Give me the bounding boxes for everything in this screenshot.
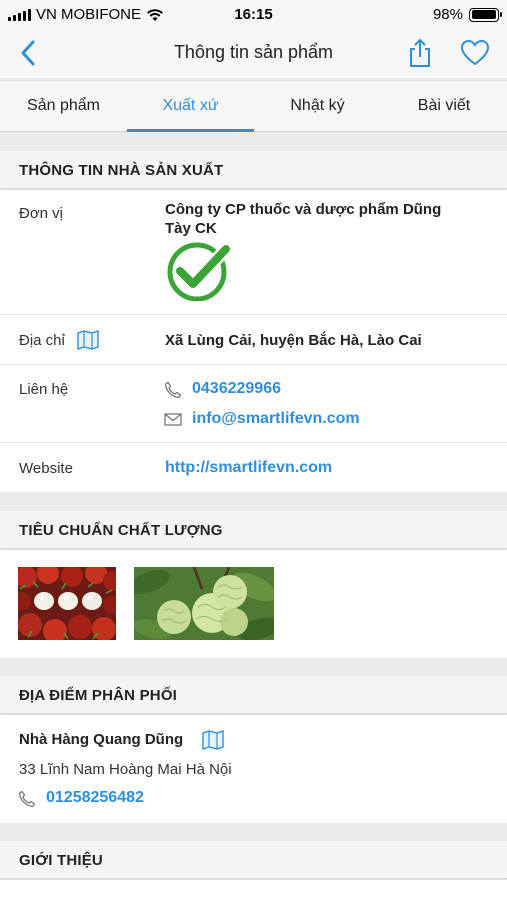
- contact-label: Liên hệ: [19, 381, 69, 398]
- status-bar: VN MOBIFONE 16:15 98%: [0, 0, 507, 28]
- map-icon[interactable]: [202, 730, 224, 750]
- battery-percent: 98%: [432, 6, 463, 23]
- distributor-name: Nhà Hàng Quang Dũng: [19, 731, 184, 748]
- address-label: Địa chỉ: [19, 332, 65, 349]
- quality-section: [0, 550, 507, 658]
- quality-section-header: TIÊU CHUẨN CHẤT LƯỢNG: [0, 511, 507, 549]
- distributor-address: 33 Lĩnh Nam Hoàng Mai Hà Nội: [19, 761, 232, 778]
- map-icon[interactable]: [77, 330, 99, 350]
- phone-icon: [18, 790, 36, 808]
- distribution-section-header: ĐỊA ĐIỂM PHÂN PHỐI: [0, 676, 507, 714]
- unit-name-line2: Tày CK: [165, 220, 217, 237]
- tab-product[interactable]: Sản phẩm: [0, 81, 127, 132]
- navigation-bar: Thông tin sản phẩm: [0, 28, 507, 78]
- share-icon[interactable]: [406, 38, 434, 68]
- tab-origin[interactable]: Xuất xứ: [127, 81, 254, 132]
- distribution-section: Nhà Hàng Quang Dũng 33 Lĩnh Nam Hoàng Ma…: [0, 715, 507, 823]
- quality-header-label: TIÊU CHUẨN CHẤT LƯỢNG: [19, 522, 223, 539]
- phone-icon: [164, 381, 182, 399]
- email-icon: [164, 413, 182, 426]
- active-tab-indicator: [127, 129, 254, 132]
- website-link[interactable]: http://smartlifevn.com: [165, 459, 332, 477]
- manufacturer-section-header: THÔNG TIN NHÀ SẢN XUẤT: [0, 151, 507, 189]
- manufacturer-header-label: THÔNG TIN NHÀ SẢN XUẤT: [19, 162, 224, 179]
- tab-articles[interactable]: Bài viết: [381, 81, 507, 132]
- tab-bar: Sản phẩm Xuất xứ Nhật ký Bài viết: [0, 80, 507, 132]
- intro-section: [0, 880, 507, 900]
- intro-header-label: GIỚI THIỆU: [19, 852, 103, 869]
- intro-section-header: GIỚI THIỆU: [0, 841, 507, 879]
- divider: [0, 442, 507, 443]
- clock: 16:15: [234, 6, 273, 23]
- unit-name-line1: Công ty CP thuốc và dược phẩm Dũng: [165, 201, 442, 218]
- battery-icon: [469, 7, 502, 22]
- unit-label: Đơn vị: [19, 205, 64, 222]
- manufacturer-section: Đơn vị Công ty CP thuốc và dược phẩm Dũn…: [0, 190, 507, 492]
- website-label: Website: [19, 460, 73, 477]
- address-value: Xã Lùng Cải, huyện Bắc Hà, Lào Cai: [165, 332, 422, 349]
- certificate-image-custard-apple[interactable]: [134, 567, 274, 640]
- distribution-header-label: ĐỊA ĐIỂM PHÂN PHỐI: [19, 687, 178, 704]
- tab-log[interactable]: Nhật ký: [254, 81, 381, 132]
- distributor-phone-link[interactable]: 01258256482: [46, 789, 144, 807]
- verified-check-icon: [167, 242, 230, 301]
- divider: [0, 314, 507, 315]
- divider: [0, 364, 507, 365]
- manufacturer-phone-link[interactable]: 0436229966: [192, 380, 281, 398]
- favorite-heart-icon[interactable]: [460, 39, 490, 67]
- certificate-image-rambutan[interactable]: [18, 567, 116, 640]
- manufacturer-email-link[interactable]: info@smartlifevn.com: [192, 410, 360, 428]
